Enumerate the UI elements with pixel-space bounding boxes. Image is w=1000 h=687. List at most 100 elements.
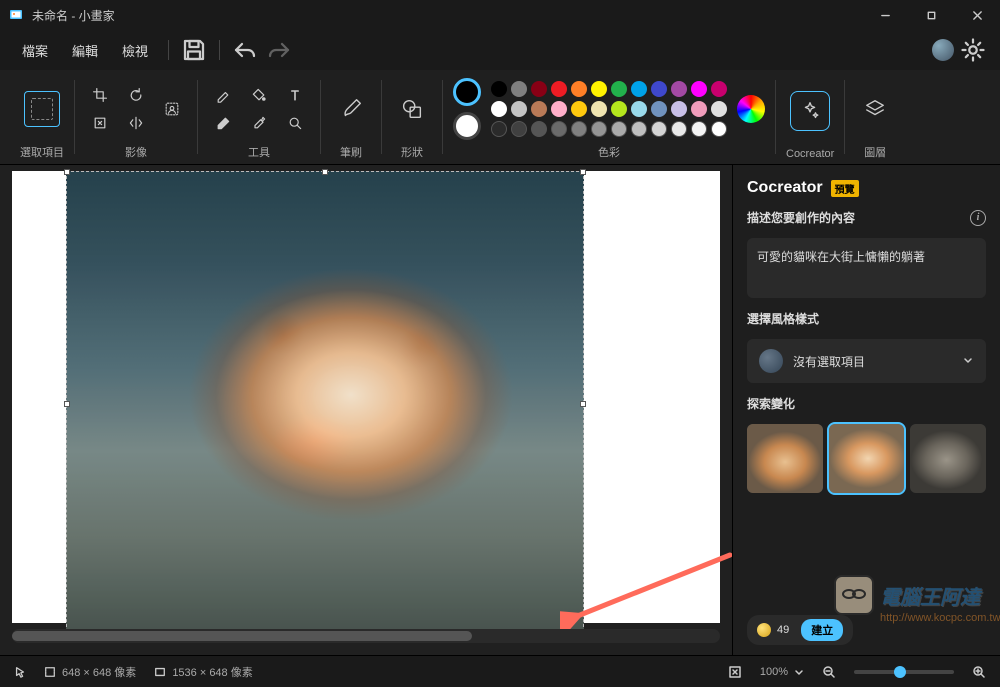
palette-color[interactable]: [691, 101, 707, 117]
prompt-input[interactable]: [747, 238, 986, 298]
horizontal-scrollbar[interactable]: [12, 629, 720, 643]
palette-color[interactable]: [591, 121, 607, 137]
fill-tool[interactable]: [244, 82, 274, 108]
redo-button[interactable]: [264, 35, 294, 65]
palette-color[interactable]: [491, 121, 507, 137]
resize-tool[interactable]: [85, 110, 115, 136]
settings-button[interactable]: [958, 35, 988, 65]
generate-button[interactable]: 建立: [801, 619, 843, 641]
eyedropper-tool[interactable]: [244, 110, 274, 136]
palette-color[interactable]: [631, 121, 647, 137]
palette-color[interactable]: [571, 101, 587, 117]
magnifier-tool[interactable]: [280, 110, 310, 136]
info-icon[interactable]: i: [970, 210, 986, 226]
palette-color[interactable]: [511, 81, 527, 97]
menu-file[interactable]: 檔案: [12, 35, 58, 66]
shapes-tool[interactable]: [392, 89, 432, 129]
flip-tool[interactable]: [121, 110, 151, 136]
rotate-tool[interactable]: [121, 82, 151, 108]
palette-color[interactable]: [551, 121, 567, 137]
eraser-tool[interactable]: [208, 110, 238, 136]
zoom-out-button[interactable]: [822, 665, 836, 679]
undo-button[interactable]: [230, 35, 260, 65]
window-titlebar: 未命名 - 小畫家: [0, 0, 1000, 30]
palette-color[interactable]: [551, 101, 567, 117]
palette-color[interactable]: [511, 121, 527, 137]
canvas-size-info: 1536 × 648 像素: [154, 664, 252, 680]
palette-color[interactable]: [491, 81, 507, 97]
palette-color[interactable]: [671, 121, 687, 137]
palette-color[interactable]: [651, 81, 667, 97]
palette-color[interactable]: [591, 81, 607, 97]
select-tool[interactable]: [22, 89, 62, 129]
palette-color[interactable]: [671, 101, 687, 117]
palette-color[interactable]: [691, 81, 707, 97]
group-brushes: 筆刷: [323, 70, 379, 164]
zoom-slider[interactable]: [854, 670, 954, 674]
variant-2[interactable]: [829, 424, 905, 493]
palette-color[interactable]: [711, 81, 727, 97]
color-primary[interactable]: [453, 78, 481, 106]
menu-edit[interactable]: 編輯: [62, 35, 108, 66]
edit-colors-button[interactable]: [737, 95, 765, 123]
group-image: 影像: [77, 70, 195, 164]
palette-color[interactable]: [511, 101, 527, 117]
group-colors: 色彩: [445, 70, 773, 164]
minimize-button[interactable]: [862, 0, 908, 30]
color-secondary[interactable]: [453, 112, 481, 140]
pencil-tool[interactable]: [208, 82, 238, 108]
palette-color[interactable]: [691, 121, 707, 137]
palette-color[interactable]: [531, 101, 547, 117]
text-tool[interactable]: [280, 82, 310, 108]
window-title: 未命名 - 小畫家: [32, 7, 115, 24]
zoom-in-button[interactable]: [972, 665, 986, 679]
palette-color[interactable]: [531, 81, 547, 97]
crop-tool[interactable]: [85, 82, 115, 108]
palette-color[interactable]: [711, 101, 727, 117]
fit-to-window-button[interactable]: [728, 665, 742, 679]
group-layers: 圖層: [847, 70, 903, 164]
palette-color[interactable]: [631, 101, 647, 117]
layers-button[interactable]: [855, 89, 895, 129]
group-shapes: 形狀: [384, 70, 440, 164]
palette-color[interactable]: [611, 121, 627, 137]
maximize-button[interactable]: [908, 0, 954, 30]
style-value: 沒有選取項目: [793, 353, 865, 370]
variant-1[interactable]: [747, 424, 823, 493]
canvas-area[interactable]: [0, 165, 732, 655]
palette-color[interactable]: [631, 81, 647, 97]
zoom-level[interactable]: 100%: [760, 666, 804, 678]
palette-color[interactable]: [651, 101, 667, 117]
chevron-down-icon: [962, 354, 974, 369]
palette-color[interactable]: [711, 121, 727, 137]
menu-bar: 檔案 編輯 檢視: [0, 30, 1000, 70]
cocreator-panel: Cocreator 預覽 描述您要創作的內容 i 選擇風格樣式 沒有選取項目 探…: [732, 165, 1000, 655]
palette-color[interactable]: [611, 101, 627, 117]
style-select[interactable]: 沒有選取項目: [747, 339, 986, 383]
style-thumb-icon: [759, 349, 783, 373]
describe-label: 描述您要創作的內容: [747, 209, 855, 226]
palette-color[interactable]: [591, 101, 607, 117]
palette-color[interactable]: [491, 101, 507, 117]
palette-color[interactable]: [611, 81, 627, 97]
brush-tool[interactable]: [331, 89, 371, 129]
palette-color[interactable]: [531, 121, 547, 137]
remove-background-tool[interactable]: [157, 83, 187, 135]
preview-badge: 預覽: [831, 180, 859, 197]
palette-color[interactable]: [671, 81, 687, 97]
cocreator-button[interactable]: [790, 91, 830, 131]
palette-color[interactable]: [571, 121, 587, 137]
close-button[interactable]: [954, 0, 1000, 30]
image-on-canvas[interactable]: [66, 171, 584, 637]
group-selection: 選取項目: [12, 70, 72, 164]
palette-color[interactable]: [651, 121, 667, 137]
palette-color[interactable]: [571, 81, 587, 97]
palette-color[interactable]: [551, 81, 567, 97]
variants-label: 探索變化: [747, 395, 795, 412]
save-button[interactable]: [179, 35, 209, 65]
user-avatar[interactable]: [932, 39, 954, 61]
menu-view[interactable]: 檢視: [112, 35, 158, 66]
group-cocreator: Cocreator: [778, 70, 842, 164]
credits-count: 49: [777, 624, 789, 636]
variant-3[interactable]: [910, 424, 986, 493]
